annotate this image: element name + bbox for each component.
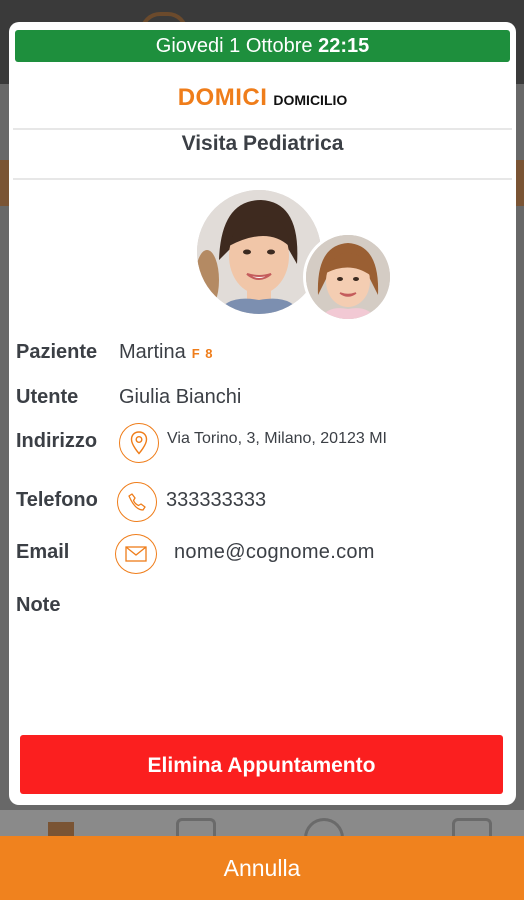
brand-label: DOMICI — [177, 84, 268, 111]
appointment-title: DOMICI DOMICILIO — [9, 84, 516, 112]
phone-value[interactable]: 333333333 — [166, 489, 266, 512]
visit-name: Visita Pediatrica — [181, 132, 344, 155]
phone-icon[interactable] — [117, 482, 157, 522]
appointment-date-bar: Giovedi 1 Ottobre 22:15 — [15, 30, 510, 62]
address-value[interactable]: Via Torino, 3, Milano, 20123 MI — [167, 430, 387, 448]
divider — [13, 178, 512, 180]
appointment-date: Giovedi 1 Ottobre — [155, 35, 313, 57]
user-value: Giulia Bianchi — [119, 386, 242, 408]
patient-label: Paziente — [16, 341, 98, 363]
appointment-time: 22:15 — [318, 35, 370, 57]
address-label: Indirizzo — [16, 430, 98, 452]
appointment-type: DOMICILIO — [273, 92, 348, 108]
home-tab-icon — [48, 822, 74, 836]
patient-value: Martina F 8 — [119, 341, 214, 364]
delete-appointment-button[interactable]: Elimina Appuntamento — [20, 735, 503, 794]
user-avatar — [197, 190, 321, 314]
divider — [13, 128, 512, 130]
mail-icon[interactable] — [115, 534, 157, 574]
patient-gender-age: F 8 — [191, 346, 214, 361]
email-value[interactable]: nome@cognome.com — [174, 541, 375, 564]
email-label: Email — [16, 541, 70, 563]
note-label: Note — [16, 594, 61, 616]
patient-avatar — [303, 232, 393, 322]
user-label: Utente — [16, 386, 79, 408]
background-tabbar — [0, 810, 524, 836]
cancel-button[interactable]: Annulla — [0, 836, 524, 900]
phone-label: Telefono — [16, 489, 98, 511]
appointment-modal: Giovedi 1 Ottobre 22:15 DOMICI DOMICILIO … — [9, 22, 516, 805]
patient-name: Martina — [119, 341, 186, 363]
location-pin-icon[interactable] — [119, 423, 159, 463]
